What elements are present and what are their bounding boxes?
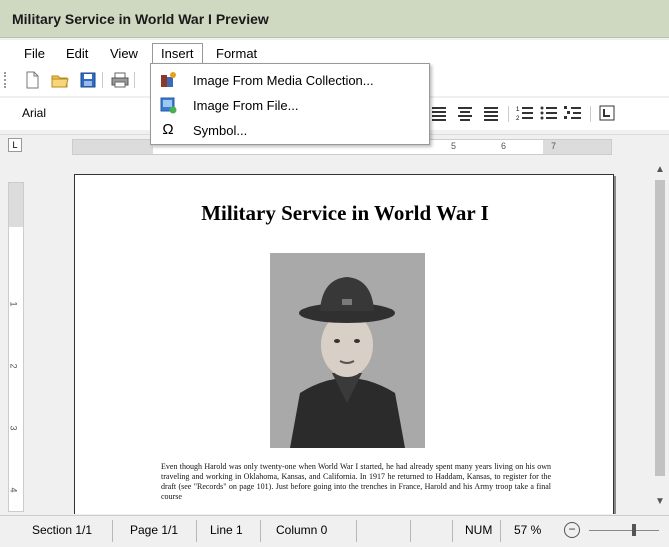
document-area[interactable]: Military Service in World War I Even tho… (34, 160, 651, 514)
scroll-up-icon[interactable]: ▲ (651, 164, 669, 180)
ruler-margin (9, 183, 23, 227)
ruler-number: 6 (501, 141, 507, 151)
status-line: Line 1 (210, 523, 243, 537)
title-bar: Military Service in World War I Preview (0, 0, 669, 38)
status-column: Column 0 (276, 523, 328, 537)
menu-bar: File Edit View Insert Format (0, 40, 669, 65)
menu-view[interactable]: View (102, 44, 146, 64)
svg-text:2: 2 (516, 116, 520, 122)
ruler-number: 3 (8, 425, 19, 431)
status-separator (410, 520, 411, 542)
ruler-number: 2 (8, 363, 19, 369)
toolbar-separator (590, 106, 591, 122)
menu-item-symbol[interactable]: Ω Symbol... (151, 118, 429, 142)
soldier-photo[interactable] (270, 253, 425, 448)
menu-item-label: Symbol... (193, 123, 248, 138)
toolbar-separator (102, 72, 103, 88)
scrollbar-thumb[interactable] (655, 180, 665, 476)
omega-icon: Ω (162, 121, 174, 138)
status-num-lock: NUM (465, 523, 493, 537)
status-page: Page 1/1 (130, 523, 179, 537)
tab-selector-icon[interactable]: L (8, 138, 22, 152)
ruler-number: 4 (8, 487, 19, 493)
status-separator (452, 520, 453, 542)
toolbar-separator (508, 106, 509, 122)
vertical-scrollbar[interactable]: ▲ ▼ (651, 160, 669, 514)
tab-stop-icon[interactable] (598, 104, 616, 122)
numbered-list-icon[interactable]: 12 (516, 104, 534, 122)
status-separator (356, 520, 357, 542)
status-separator (196, 520, 197, 542)
ruler-number: 1 (8, 301, 19, 307)
multilevel-list-icon[interactable] (564, 104, 582, 122)
menu-item-label: Image From File... (193, 98, 299, 113)
menu-item-image-from-file[interactable]: Image From File... (151, 93, 429, 117)
zoom-slider-thumb[interactable] (632, 524, 636, 536)
vertical-ruler[interactable]: 1 2 3 4 (8, 182, 24, 512)
menu-item-label: Image From Media Collection... (193, 73, 374, 88)
menu-file[interactable]: File (16, 44, 53, 64)
image-file-icon (159, 96, 177, 114)
window-title: Military Service in World War I Preview (12, 11, 269, 27)
ruler-number: 7 (551, 141, 557, 151)
menu-format[interactable]: Format (208, 44, 265, 64)
scroll-down-icon[interactable]: ▼ (651, 496, 669, 512)
toolbar-grip[interactable] (4, 72, 6, 88)
menu-item-image-from-media-collection[interactable]: Image From Media Collection... (151, 68, 429, 92)
open-folder-icon[interactable] (50, 70, 70, 90)
new-document-icon[interactable] (22, 70, 42, 90)
document-body-text: Even though Harold was only twenty-one w… (161, 462, 551, 501)
status-separator (500, 520, 501, 542)
svg-text:1: 1 (516, 107, 520, 113)
menu-edit[interactable]: Edit (58, 44, 96, 64)
align-right-icon[interactable] (430, 104, 448, 122)
zoom-slider-track[interactable] (589, 530, 659, 531)
bullet-list-icon[interactable] (540, 104, 558, 122)
status-section: Section 1/1 (32, 523, 93, 537)
ruler-number: 5 (451, 141, 457, 151)
document-page[interactable]: Military Service in World War I Even tho… (74, 174, 614, 514)
zoom-out-icon[interactable]: − (564, 522, 580, 538)
justify-icon[interactable] (482, 104, 500, 122)
align-center-icon[interactable] (456, 104, 474, 122)
status-separator (260, 520, 261, 542)
ruler-margin (73, 140, 153, 154)
save-icon[interactable] (78, 70, 98, 90)
toolbar-separator (134, 72, 135, 88)
media-collection-icon (159, 71, 177, 89)
print-icon[interactable] (110, 70, 130, 90)
insert-menu-dropdown: Image From Media Collection... Image Fro… (150, 63, 430, 145)
menu-insert[interactable]: Insert (152, 43, 203, 65)
status-separator (112, 520, 113, 542)
document-title: Military Service in World War I (201, 201, 489, 225)
font-name-combo[interactable]: Arial (16, 102, 146, 124)
zoom-level: 57 % (514, 523, 542, 537)
status-bar: Section 1/1 Page 1/1 Line 1 Column 0 NUM… (0, 515, 669, 547)
